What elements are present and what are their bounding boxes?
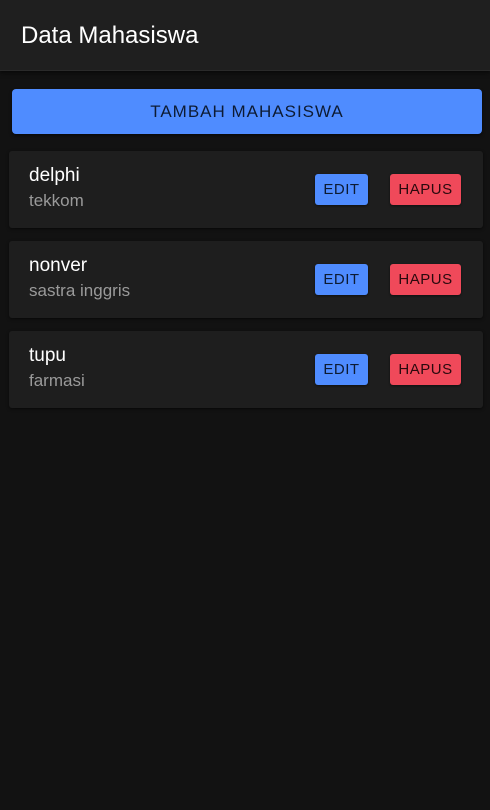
student-card: delphi tekkom EDIT HAPUS — [9, 151, 483, 228]
student-department: sastra inggris — [29, 281, 131, 300]
edit-button[interactable]: EDIT — [315, 174, 368, 205]
student-department: tekkom — [29, 191, 84, 210]
page-title: Data Mahasiswa — [21, 22, 199, 49]
delete-button[interactable]: HAPUS — [390, 354, 461, 385]
delete-button[interactable]: HAPUS — [390, 264, 461, 295]
delete-button[interactable]: HAPUS — [390, 174, 461, 205]
student-list: delphi tekkom EDIT HAPUS nonver sastra i… — [9, 151, 483, 421]
student-name: tupu — [29, 345, 66, 366]
student-department: farmasi — [29, 371, 85, 390]
app-header: Data Mahasiswa — [0, 0, 490, 71]
edit-button[interactable]: EDIT — [315, 264, 368, 295]
student-card: nonver sastra inggris EDIT HAPUS — [9, 241, 483, 318]
student-name: nonver — [29, 255, 88, 276]
edit-button[interactable]: EDIT — [315, 354, 368, 385]
student-card: tupu farmasi EDIT HAPUS — [9, 331, 483, 408]
student-name: delphi — [29, 165, 80, 186]
add-student-button[interactable]: TAMBAH MAHASISWA — [12, 89, 482, 134]
